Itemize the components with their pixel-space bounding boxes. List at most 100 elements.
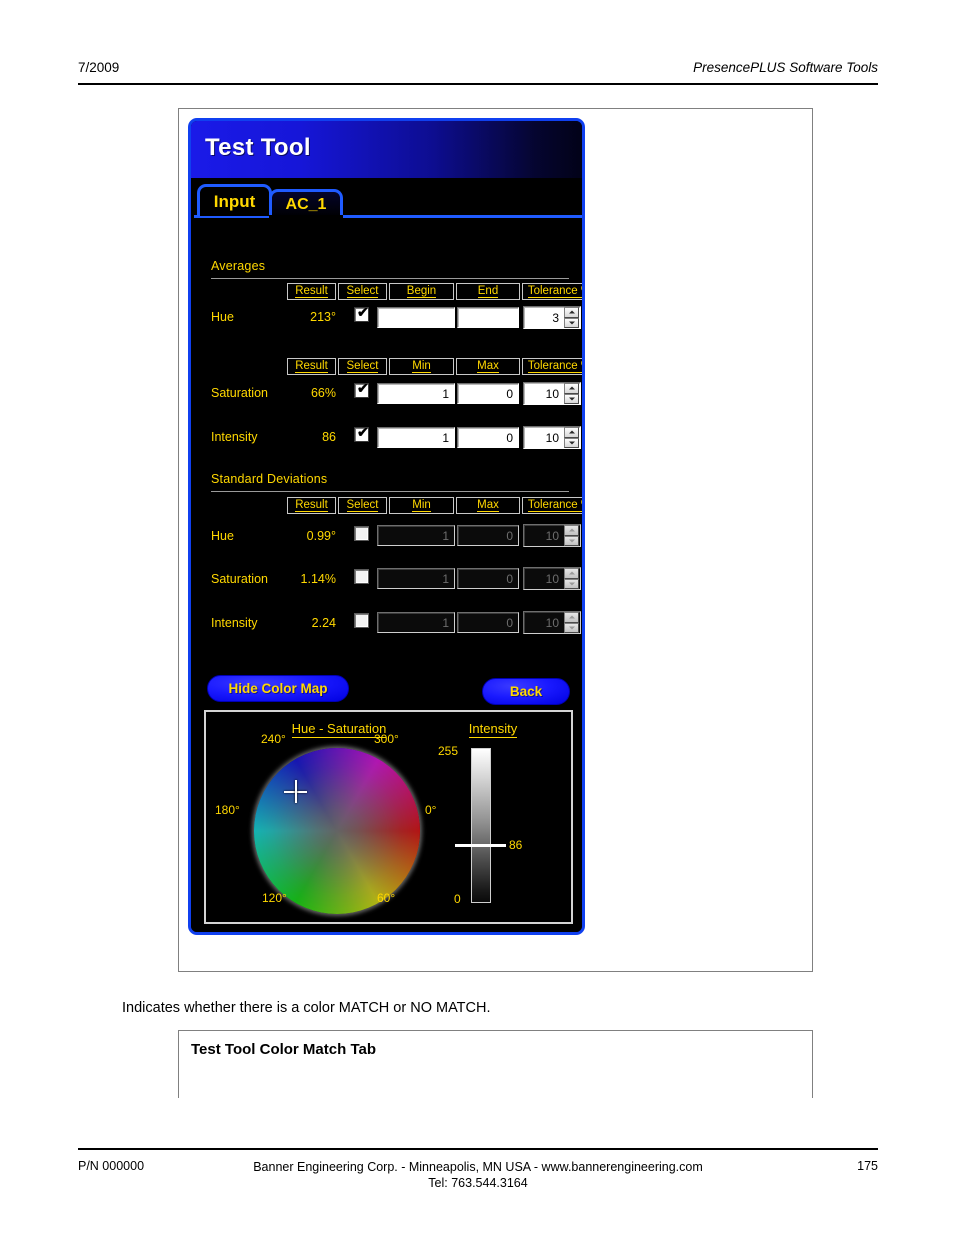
footer-company-line2: Tel: 763.544.3164 <box>428 1176 528 1190</box>
spinner-sd-intensity-tolerance[interactable]: 10 <box>523 611 581 634</box>
tab-input[interactable]: Input <box>197 184 272 216</box>
spinner-value-avg-intensity: 10 <box>545 430 559 445</box>
column-header-max-1[interactable]: Max <box>456 358 520 375</box>
input-sd-hue-min[interactable]: 1 <box>377 525 455 546</box>
checkbox-sd-hue[interactable] <box>354 526 369 541</box>
hue-saturation-wheel[interactable] <box>254 748 420 914</box>
spinner-sd-hue-tolerance[interactable]: 10 <box>523 524 581 547</box>
column-header-begin[interactable]: Begin <box>389 283 454 300</box>
column-header-tolerance-1[interactable]: Tolerance % <box>522 283 582 300</box>
spinner-down-icon-sd-hue[interactable] <box>564 535 579 546</box>
header-divider <box>78 83 878 85</box>
input-avg-hue-begin[interactable] <box>377 307 455 328</box>
spinner-down-icon-sd-intensity[interactable] <box>564 622 579 633</box>
input-avg-saturation-max[interactable]: 0 <box>457 383 519 404</box>
spinner-down-icon-sd-saturation[interactable] <box>564 578 579 589</box>
spinner-up-icon-avg-saturation[interactable] <box>564 383 579 394</box>
column-header-max-2[interactable]: Max <box>456 497 520 514</box>
spinner-value-avg-saturation: 10 <box>545 386 559 401</box>
column-header-result-2[interactable]: Result <box>287 358 336 375</box>
section-divider-averages <box>211 278 569 279</box>
checkbox-avg-intensity[interactable]: ✔ <box>354 424 369 442</box>
column-header-select-3[interactable]: Select <box>338 497 387 514</box>
spinner-sd-saturation-tolerance[interactable]: 10 <box>523 567 581 590</box>
spinner-down-icon-avg-saturation[interactable] <box>564 393 579 404</box>
footer-page-number: 175 <box>857 1159 878 1173</box>
intensity-bar[interactable] <box>471 748 491 903</box>
header-title: PresencePLUS Software Tools <box>693 60 878 75</box>
spinner-avg-intensity-tolerance[interactable]: 10 <box>523 426 581 449</box>
spinner-up-icon-sd-intensity[interactable] <box>564 612 579 623</box>
page-footer: P/N 000000 Banner Engineering Corp. - Mi… <box>78 1157 878 1197</box>
checkbox-avg-saturation[interactable]: ✔ <box>354 381 369 398</box>
row-result-avg-saturation: 66% <box>310 386 336 400</box>
spinner-buttons-avg-saturation <box>564 383 579 404</box>
hue-tick-60: 60° <box>377 891 396 905</box>
input-avg-intensity-max[interactable]: 0 <box>457 427 519 448</box>
column-header-select-2[interactable]: Select <box>338 358 387 375</box>
row-label-sd-saturation: Saturation <box>211 572 268 586</box>
intensity-min-label: 0 <box>454 892 461 906</box>
checkbox-sd-intensity[interactable] <box>354 613 369 628</box>
tab-ac-1[interactable]: AC_1 <box>269 189 343 218</box>
check-icon: ✔ <box>357 304 369 320</box>
spinner-buttons-sd-intensity <box>564 612 579 633</box>
spinner-value-sd-hue: 10 <box>545 528 559 543</box>
figure-caption: Test Tool Color Match Tab <box>191 1041 376 1058</box>
checkbox-avg-hue[interactable]: ✔ <box>354 304 369 322</box>
input-avg-hue-end[interactable] <box>457 307 519 328</box>
spinner-up-icon-sd-saturation[interactable] <box>564 568 579 579</box>
input-sd-intensity-min[interactable]: 1 <box>377 612 455 633</box>
hue-tick-300: 300° <box>374 732 399 746</box>
spinner-buttons-sd-saturation <box>564 568 579 589</box>
footer-company: Banner Engineering Corp. - Minneapolis, … <box>78 1159 878 1191</box>
hue-tick-120: 120° <box>262 891 287 905</box>
spinner-up-icon-sd-hue[interactable] <box>564 525 579 536</box>
spinner-avg-saturation-tolerance[interactable]: 10 <box>523 382 581 405</box>
input-avg-intensity-min[interactable]: 1 <box>377 427 455 448</box>
column-header-result-3[interactable]: Result <box>287 497 336 514</box>
input-sd-saturation-min[interactable]: 1 <box>377 568 455 589</box>
row-result-sd-saturation: 1.14% <box>300 572 336 586</box>
column-header-end[interactable]: End <box>456 283 520 300</box>
column-header-min-1[interactable]: Min <box>389 358 454 375</box>
page-title: Test Tool <box>205 134 311 161</box>
spinner-down-icon-avg-intensity[interactable] <box>564 437 579 448</box>
row-result-avg-intensity: 86 <box>322 430 336 444</box>
column-header-tolerance-2[interactable]: Tolerance % <box>522 358 582 375</box>
row-result-sd-intensity: 2.24 <box>311 616 336 630</box>
row-label-avg-intensity: Intensity <box>211 430 258 444</box>
hue-tick-180: 180° <box>215 803 240 817</box>
header-date: 7/2009 <box>78 60 120 75</box>
spinner-up-icon-avg-intensity[interactable] <box>564 427 579 438</box>
row-result-sd-hue: 0.99° <box>306 529 336 543</box>
input-sd-saturation-max[interactable]: 0 <box>457 568 519 589</box>
input-sd-intensity-max[interactable]: 0 <box>457 612 519 633</box>
spinner-down-icon-avg-hue[interactable] <box>564 317 579 328</box>
column-header-tolerance-3[interactable]: Tolerance % <box>522 497 582 514</box>
row-label-sd-hue: Hue <box>211 529 234 543</box>
input-avg-saturation-min[interactable]: 1 <box>377 383 455 404</box>
section-label-averages: Averages <box>211 259 266 273</box>
spinner-up-icon-avg-hue[interactable] <box>564 307 579 318</box>
page-header: 7/2009 PresencePLUS Software Tools <box>78 60 878 86</box>
tabstrip: Input AC_1 <box>191 178 582 218</box>
color-marker-crosshair[interactable] <box>284 780 307 803</box>
row-label-sd-intensity: Intensity <box>211 616 258 630</box>
spinner-value-avg-hue: 3 <box>552 310 559 325</box>
hide-color-map-button[interactable]: Hide Color Map <box>207 675 349 702</box>
check-icon: ✔ <box>357 424 369 440</box>
back-button[interactable]: Back <box>482 678 570 705</box>
intensity-max-label: 255 <box>438 744 459 758</box>
spinner-avg-hue-tolerance[interactable]: 3 <box>523 306 581 329</box>
checkbox-sd-saturation[interactable] <box>354 569 369 584</box>
row-label-avg-saturation: Saturation <box>211 386 268 400</box>
tab-active-gap <box>269 215 343 218</box>
crosshair-vertical-icon <box>295 780 297 803</box>
color-map-panel: Hue - Saturation Intensity 0° 60° 120° 1… <box>204 710 573 924</box>
column-header-select-1[interactable]: Select <box>338 283 387 300</box>
test-tool-dialog: Test Tool Input AC_1 Averages Result Sel… <box>188 118 585 935</box>
input-sd-hue-max[interactable]: 0 <box>457 525 519 546</box>
column-header-result-1[interactable]: Result <box>287 283 336 300</box>
column-header-min-2[interactable]: Min <box>389 497 454 514</box>
